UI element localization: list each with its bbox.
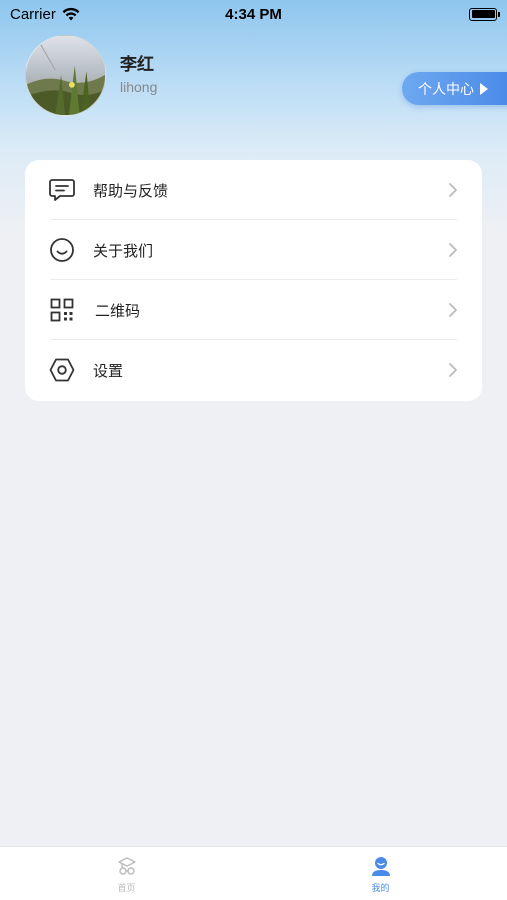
smile-icon (48, 236, 76, 264)
tab-home[interactable]: 首页 (0, 847, 253, 900)
battery-fill (471, 10, 495, 18)
settings-icon (48, 356, 76, 384)
home-icon (117, 857, 136, 875)
menu-item-label: 关于我们 (93, 241, 154, 260)
menu-item-settings[interactable]: 设置 (25, 340, 482, 400)
carrier-label: Carrier (10, 5, 56, 23)
user-icon (371, 857, 390, 876)
status-bar: Carrier 4:34 PM (0, 0, 507, 28)
chevron-right-icon (449, 303, 457, 317)
menu-item-qr-code[interactable]: 二维码 (25, 280, 482, 340)
qr-code-icon (48, 296, 76, 324)
profile-screen: Carrier 4:34 PM 李红 lihong 个人中心 帮助与反馈 关于我… (0, 0, 507, 900)
menu-item-label: 帮助与反馈 (93, 181, 169, 200)
personal-center-label: 个人中心 (418, 81, 474, 98)
menu-card: 帮助与反馈 关于我们 二维码 设置 (25, 160, 482, 401)
menu-item-label: 二维码 (95, 301, 141, 320)
tab-bar: 首页 我的 (0, 846, 507, 900)
battery-icon (469, 7, 500, 21)
play-icon (480, 82, 488, 95)
chevron-right-icon (449, 363, 457, 377)
profile-name: 李红 (120, 55, 154, 75)
tab-label: 我的 (371, 884, 390, 894)
wifi-icon (62, 7, 80, 21)
profile-username: lihong (120, 79, 158, 95)
chevron-right-icon (449, 243, 457, 257)
avatar[interactable] (25, 35, 106, 116)
tab-mine[interactable]: 我的 (254, 847, 507, 900)
menu-item-help-feedback[interactable]: 帮助与反馈 (25, 160, 482, 220)
menu-item-label: 设置 (93, 361, 124, 380)
status-left: Carrier (10, 6, 80, 23)
avatar-image (26, 36, 105, 115)
tab-label: 首页 (117, 884, 136, 894)
feedback-icon (48, 176, 76, 204)
chevron-right-icon (449, 183, 457, 197)
menu-item-about-us[interactable]: 关于我们 (25, 220, 482, 280)
personal-center-button[interactable]: 个人中心 (402, 72, 507, 105)
